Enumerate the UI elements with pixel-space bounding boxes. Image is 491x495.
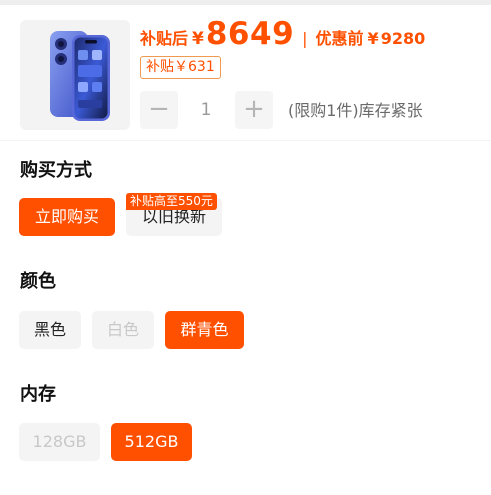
color-option-black[interactable]: 黑色 [19, 311, 81, 349]
original-price-currency: ¥ [367, 29, 379, 48]
storage-title: 内存 [20, 384, 56, 405]
trade-in-promo-badge: 补贴高至550元 [126, 193, 217, 210]
color-option-white[interactable]: 白色 [92, 311, 154, 349]
price-divider: | [302, 29, 308, 48]
color-option-ultramarine[interactable]: 群青色 [165, 311, 244, 349]
option-buy-now[interactable]: 立即购买 [19, 198, 115, 236]
price-row: 补贴后 ¥ 8649 | 优惠前 ¥ 9280 [140, 16, 425, 58]
original-price-label: 优惠前 [315, 29, 364, 48]
subsidy-price: 8649 [205, 16, 295, 52]
original-price: 9280 [380, 29, 426, 48]
phone-product-image [20, 20, 130, 130]
top-strip [0, 0, 491, 5]
quantity-value[interactable]: 1 [190, 91, 222, 129]
color-title: 颜色 [20, 271, 56, 292]
storage-option-128gb[interactable]: 128GB [19, 423, 100, 461]
subsidy-tag: 补贴￥631 [140, 56, 221, 79]
purchase-method-title: 购买方式 [20, 160, 92, 181]
phone-icon [50, 31, 110, 121]
quantity-increase-button[interactable]: + [235, 91, 273, 129]
storage-option-512gb[interactable]: 512GB [111, 423, 192, 461]
subsidy-price-label: 补贴后 [140, 29, 189, 48]
quantity-decrease-button[interactable]: − [140, 91, 178, 129]
currency-symbol: ¥ [192, 29, 204, 49]
section-divider [0, 140, 491, 141]
stock-note: (限购1件)库存紧张 [288, 101, 423, 120]
